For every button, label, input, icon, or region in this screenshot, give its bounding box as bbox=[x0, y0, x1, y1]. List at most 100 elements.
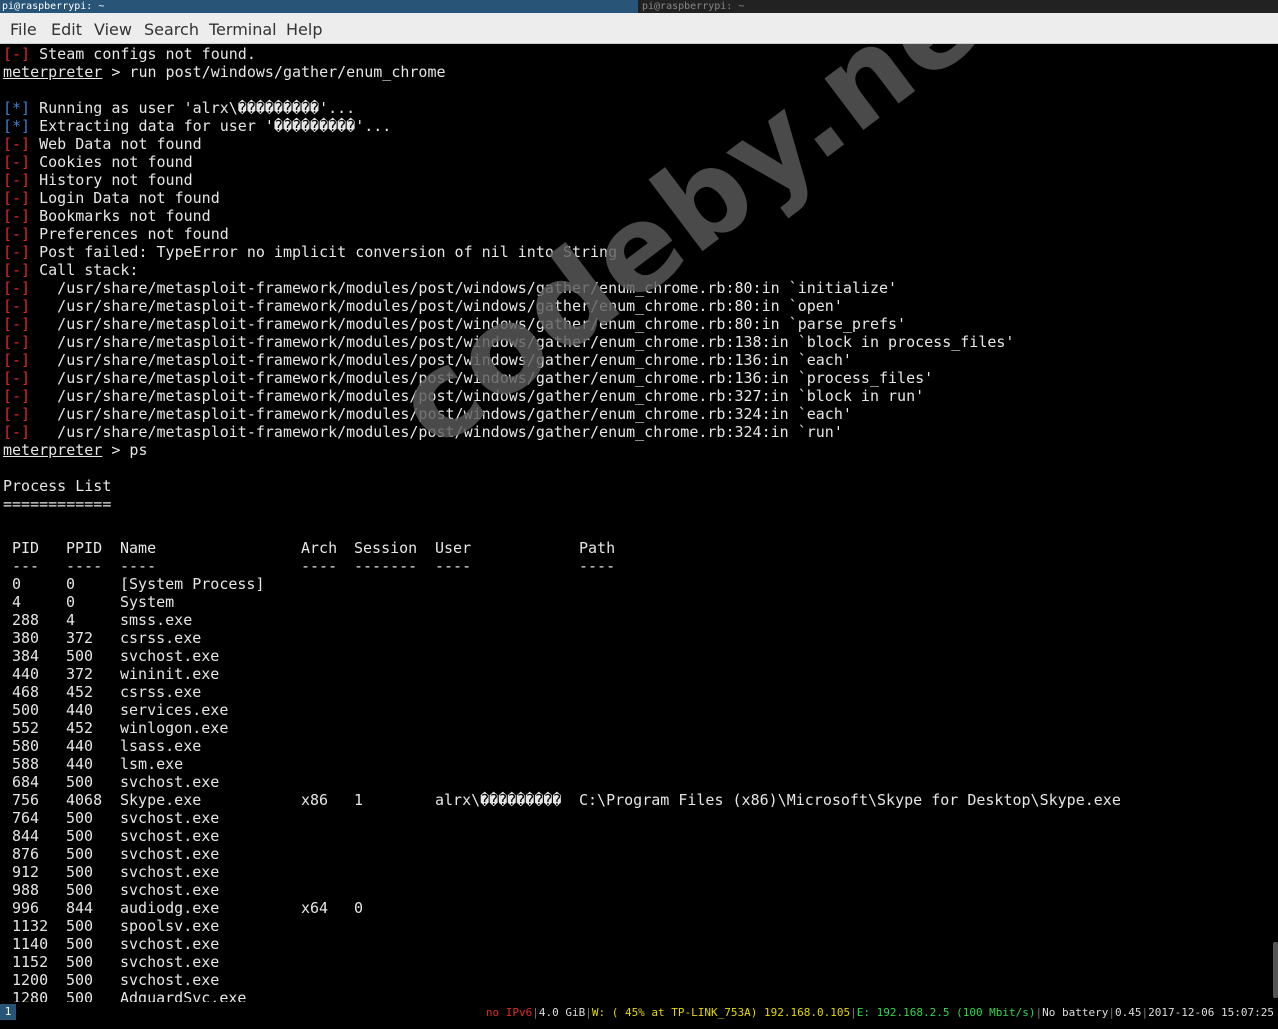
cell-name: audiodg.exe bbox=[120, 899, 220, 917]
cell-ppid: 500 bbox=[66, 881, 94, 899]
cell-pid: 912 bbox=[12, 863, 40, 881]
cell-pid: 756 bbox=[12, 791, 40, 809]
cell-ppid: 372 bbox=[66, 665, 94, 683]
error-prefix: [-] bbox=[3, 207, 31, 225]
cell-name: csrss.exe bbox=[120, 683, 202, 701]
error-prefix: [-] bbox=[3, 405, 31, 423]
error-prefix: [-] bbox=[3, 315, 31, 333]
cell-pid: 1152 bbox=[12, 953, 49, 971]
cell-name: services.exe bbox=[120, 701, 229, 719]
memory-status: 4.0 GiB bbox=[538, 1006, 586, 1019]
cell-ppid: 500 bbox=[66, 935, 94, 953]
cell-session: ------- bbox=[354, 557, 418, 575]
terminal-line: ============ bbox=[3, 495, 1014, 513]
line-text: ============ bbox=[3, 495, 112, 513]
cell-ppid: 0 bbox=[66, 593, 76, 611]
cell-ppid: 452 bbox=[66, 719, 94, 737]
error-prefix: [-] bbox=[3, 423, 31, 441]
cell-ppid: 500 bbox=[66, 863, 94, 881]
menu-view[interactable]: View bbox=[94, 13, 132, 44]
error-prefix: [-] bbox=[3, 261, 31, 279]
terminal-output[interactable]: [-] Steam configs not found. meterpreter … bbox=[0, 44, 1278, 1002]
tab-active-terminal[interactable]: pi@raspberrypi: ~ bbox=[0, 0, 638, 13]
cell-ppid: 500 bbox=[66, 827, 94, 845]
cell-pid: 288 bbox=[12, 611, 40, 629]
cell-name: csrss.exe bbox=[120, 629, 202, 647]
cell-ppid: 500 bbox=[66, 953, 94, 971]
cell-pid: 988 bbox=[12, 881, 40, 899]
cell-ppid: 0 bbox=[66, 575, 76, 593]
cell-name: svchost.exe bbox=[120, 863, 220, 881]
cell-name: Skype.exe bbox=[120, 791, 202, 809]
info-prefix: [*] bbox=[3, 117, 31, 135]
cell-ppid: 500 bbox=[66, 809, 94, 827]
battery-status: No battery bbox=[1042, 1006, 1109, 1019]
line-text: Preferences not found bbox=[30, 225, 229, 243]
line-text: > ps bbox=[102, 441, 148, 459]
cell-pid: --- bbox=[12, 557, 40, 575]
status-bar: 1 no IPv6|4.0 GiB|W: ( 45% at TP-LINK_75… bbox=[0, 1002, 1278, 1029]
cell-pid: 0 bbox=[12, 575, 22, 593]
cell-ppid: 500 bbox=[66, 845, 94, 863]
cell-name: svchost.exe bbox=[120, 809, 220, 827]
ethernet-status: E: 192.168.2.5 (100 Mbit/s) bbox=[856, 1006, 1036, 1019]
cell-name: wininit.exe bbox=[120, 665, 220, 683]
cell-pid: 588 bbox=[12, 755, 40, 773]
error-prefix: [-] bbox=[3, 189, 31, 207]
cell-pid: 552 bbox=[12, 719, 40, 737]
cell-name: svchost.exe bbox=[120, 827, 220, 845]
cell-pid: 1140 bbox=[12, 935, 49, 953]
error-prefix: [-] bbox=[3, 279, 31, 297]
error-prefix: [-] bbox=[3, 225, 31, 243]
cell-arch: x64 bbox=[301, 899, 329, 917]
cell-name: lsass.exe bbox=[120, 737, 202, 755]
cell-session: 1 bbox=[354, 791, 364, 809]
menu-help[interactable]: Help bbox=[286, 13, 322, 44]
error-prefix: [-] bbox=[3, 333, 31, 351]
cell-arch: ---- bbox=[301, 557, 338, 575]
error-prefix: [-] bbox=[3, 297, 31, 315]
cell-ppid: 500 bbox=[66, 917, 94, 935]
cell-pid: 384 bbox=[12, 647, 40, 665]
cell-name: spoolsv.exe bbox=[120, 917, 220, 935]
scrollbar-thumb[interactable] bbox=[1273, 942, 1278, 998]
cell-ppid: 440 bbox=[66, 701, 94, 719]
line-text: Bookmarks not found bbox=[30, 207, 211, 225]
error-prefix: [-] bbox=[3, 351, 31, 369]
cell-ppid: 500 bbox=[66, 773, 94, 791]
tab-inactive-terminal[interactable]: pi@raspberrypi: ~ bbox=[640, 0, 1278, 13]
workspace-indicator[interactable]: 1 bbox=[0, 1004, 16, 1020]
menu-file[interactable]: File bbox=[10, 13, 37, 44]
terminal-line: [-] Preferences not found bbox=[3, 225, 1014, 243]
terminal-line: Process List bbox=[3, 477, 1014, 495]
cell-pid: 1280 bbox=[12, 989, 49, 1002]
cell-pid: PID bbox=[12, 539, 40, 557]
cell-pid: 996 bbox=[12, 899, 40, 917]
cell-ppid: 500 bbox=[66, 971, 94, 989]
cell-name: svchost.exe bbox=[120, 881, 220, 899]
cell-pid: 844 bbox=[12, 827, 40, 845]
cell-name: svchost.exe bbox=[120, 971, 220, 989]
cell-pid: 764 bbox=[12, 809, 40, 827]
cell-pid: 4 bbox=[12, 593, 22, 611]
cell-name: svchost.exe bbox=[120, 953, 220, 971]
cell-pid: 500 bbox=[12, 701, 40, 719]
cell-pid: 440 bbox=[12, 665, 40, 683]
line-text: Running as user 'alrx\���������'... bbox=[30, 99, 356, 117]
cell-pid: 380 bbox=[12, 629, 40, 647]
cell-ppid: 844 bbox=[66, 899, 94, 917]
cell-pid: 1200 bbox=[12, 971, 49, 989]
cell-name: Name bbox=[120, 539, 157, 557]
line-text: Extracting data for user '���������'... bbox=[30, 117, 392, 135]
cell-arch: x86 bbox=[301, 791, 329, 809]
info-prefix: [*] bbox=[3, 99, 31, 117]
menu-edit[interactable]: Edit bbox=[51, 13, 82, 44]
datetime-status: 2017-12-06 15:07:25 bbox=[1148, 1006, 1274, 1019]
menu-terminal[interactable]: Terminal bbox=[209, 13, 277, 44]
cell-name: lsm.exe bbox=[120, 755, 184, 773]
menu-search[interactable]: Search bbox=[144, 13, 199, 44]
cell-pid: 468 bbox=[12, 683, 40, 701]
cell-path: C:\Program Files (x86)\Microsoft\Skype f… bbox=[579, 791, 1121, 809]
cell-name: svchost.exe bbox=[120, 647, 220, 665]
